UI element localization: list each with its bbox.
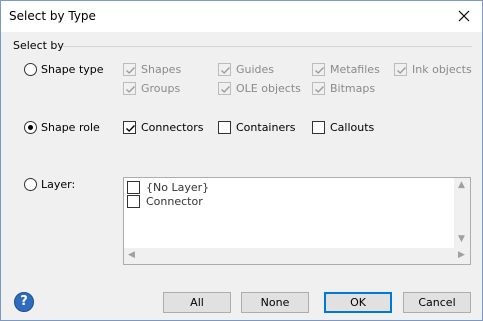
checkbox-groups[interactable]: Groups (123, 82, 180, 95)
layer-item-no-layer[interactable]: {No Layer} (127, 181, 209, 194)
group-divider (63, 46, 472, 47)
scroll-up-icon[interactable]: ▲ (458, 181, 465, 190)
ok-button[interactable]: OK (324, 292, 392, 313)
select-by-type-dialog: Select by Type Select by Shape type Shap… (0, 0, 483, 321)
radio-shape-type[interactable]: Shape type (24, 63, 104, 76)
title-bar: Select by Type (1, 1, 482, 32)
radio-shape-role[interactable]: Shape role (24, 121, 100, 134)
checkbox-callouts[interactable]: Callouts (312, 121, 374, 134)
none-button[interactable]: None (241, 292, 309, 313)
checkbox-ole-objects[interactable]: OLE objects (218, 82, 301, 95)
radio-layer-label: Layer: (41, 178, 76, 191)
radio-circle (24, 121, 37, 134)
help-button[interactable]: ? (14, 292, 34, 312)
layer-listbox[interactable]: {No Layer} Connector ▲ ▼ ◀ ▶ (123, 177, 471, 265)
horizontal-scrollbar[interactable]: ◀ ▶ (124, 248, 470, 264)
checkbox-containers[interactable]: Containers (218, 121, 296, 134)
all-button[interactable]: All (163, 292, 231, 313)
scroll-left-icon[interactable]: ◀ (128, 251, 135, 260)
close-button[interactable] (452, 4, 476, 28)
close-icon (458, 10, 470, 22)
scroll-right-icon[interactable]: ▶ (458, 251, 465, 260)
radio-layer[interactable]: Layer: (24, 178, 75, 191)
cancel-button[interactable]: Cancel (403, 292, 471, 313)
radio-shape-role-label: Shape role (41, 121, 100, 134)
help-icon: ? (20, 294, 28, 309)
checkbox-metafiles[interactable]: Metafiles (312, 63, 380, 76)
checkbox-ink-objects[interactable]: Ink objects (394, 63, 472, 76)
radio-circle (24, 63, 37, 76)
checkbox-shapes[interactable]: Shapes (123, 63, 181, 76)
window-title: Select by Type (9, 9, 96, 23)
scroll-down-icon[interactable]: ▼ (458, 235, 465, 244)
radio-circle (24, 178, 37, 191)
select-by-label: Select by (13, 39, 64, 52)
radio-shape-type-label: Shape type (41, 63, 104, 76)
checkbox-connectors[interactable]: Connectors (123, 121, 203, 134)
checkbox-guides[interactable]: Guides (218, 63, 274, 76)
checkbox-bitmaps[interactable]: Bitmaps (312, 82, 375, 95)
vertical-scrollbar[interactable]: ▲ ▼ (454, 178, 470, 248)
layer-item-connector[interactable]: Connector (127, 195, 203, 208)
